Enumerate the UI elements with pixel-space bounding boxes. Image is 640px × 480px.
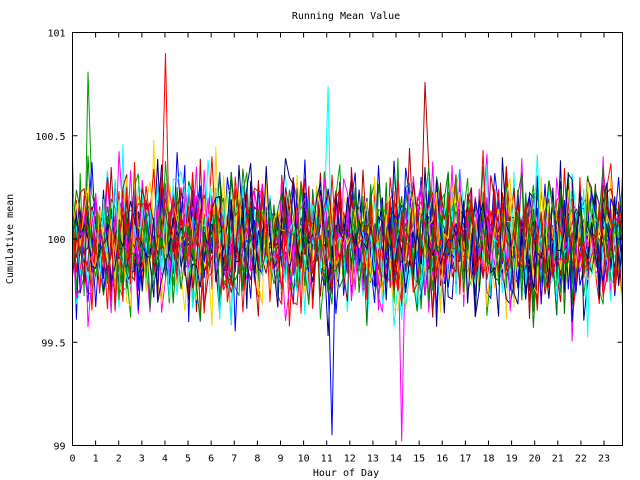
- x-tick-label: 13: [367, 454, 379, 465]
- y-axis-label: Cumulative mean: [5, 194, 16, 284]
- x-tick-label: 1: [93, 454, 99, 465]
- x-tick-label: 22: [575, 454, 587, 465]
- x-tick-label: 4: [162, 454, 168, 465]
- y-tick-label: 99: [53, 442, 65, 453]
- x-tick-label: 19: [506, 454, 518, 465]
- x-axis-label: Hour of Day: [313, 468, 379, 479]
- x-tick-label: 9: [277, 454, 283, 465]
- chart: Running Mean Value 0 1 2 3 4 5 6 7 8 9 10 11 12 13 14 1…: [5, 11, 623, 479]
- x-tick-label: 18: [482, 454, 494, 465]
- x-tick-label: 17: [459, 454, 471, 465]
- x-tick-label: 12: [344, 454, 356, 465]
- x-tick-label: 7: [231, 454, 237, 465]
- x-tick-label: 3: [139, 454, 145, 465]
- x-tick-label: 14: [390, 454, 402, 465]
- y-tick-label: 99.5: [41, 338, 65, 349]
- x-tick-label: 8: [254, 454, 260, 465]
- chart-title: Running Mean Value: [292, 11, 400, 22]
- x-tick-label: 21: [552, 454, 564, 465]
- y-tick-label: 101: [47, 29, 65, 40]
- x-tick-label: 23: [598, 454, 610, 465]
- y-tick-label: 100.5: [35, 132, 65, 143]
- x-tick-label: 15: [413, 454, 425, 465]
- x-tick-label: 0: [69, 454, 75, 465]
- x-tick-label: 2: [116, 454, 122, 465]
- x-tick-label: 20: [529, 454, 541, 465]
- x-tick-label: 10: [298, 454, 310, 465]
- y-tick-label: 100: [47, 235, 65, 246]
- x-tick-label: 5: [185, 454, 191, 465]
- series-layer: [72, 53, 623, 442]
- x-tick-label: 16: [436, 454, 448, 465]
- x-tick-label: 11: [321, 454, 333, 465]
- x-tick-label: 6: [208, 454, 214, 465]
